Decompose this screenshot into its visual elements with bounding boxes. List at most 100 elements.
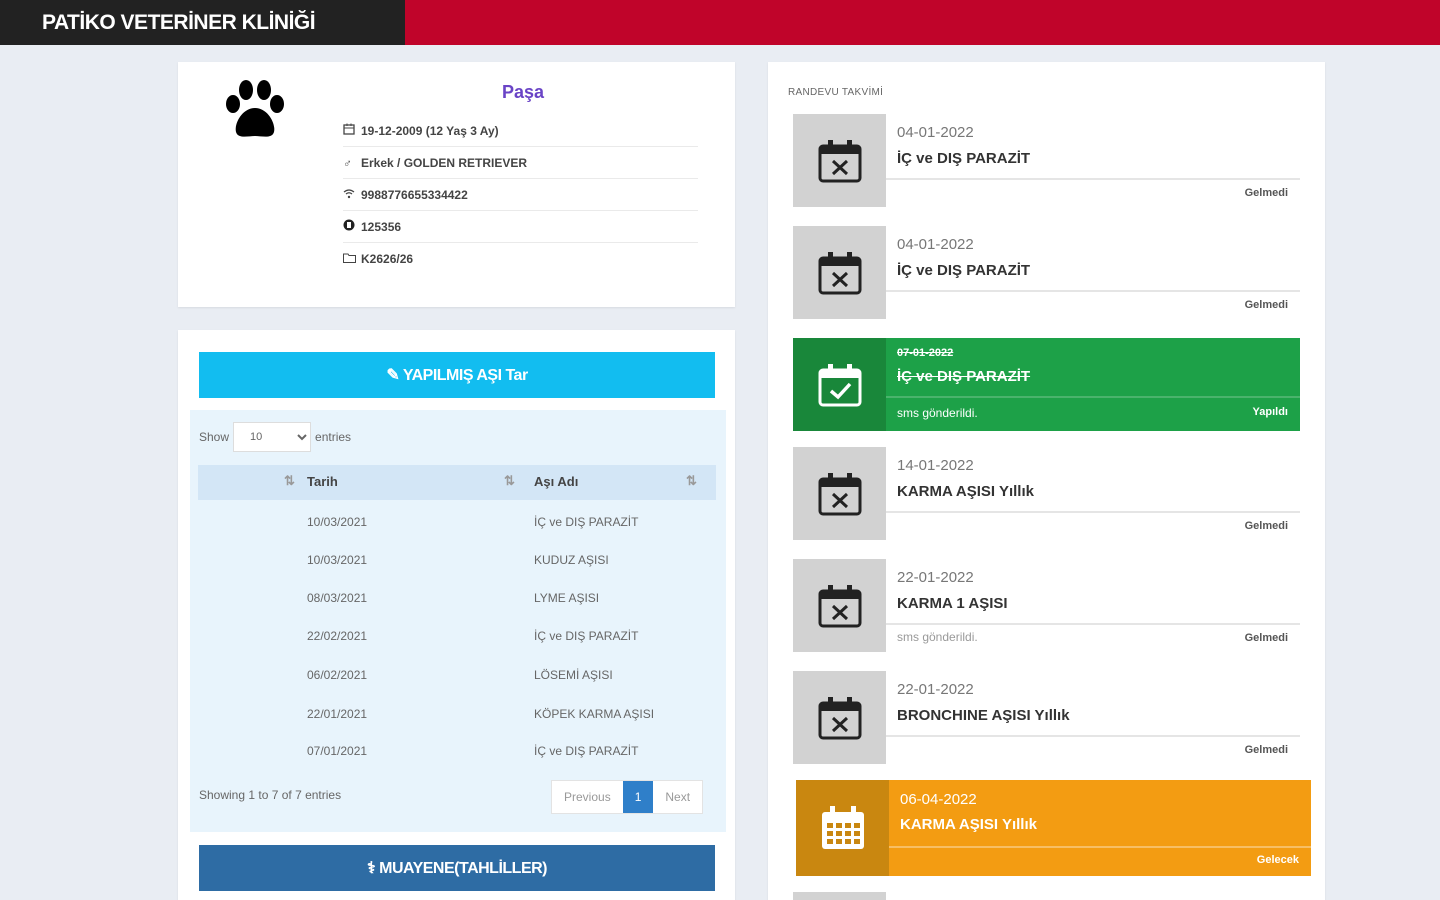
top-bar: PATİKO VETERİNER KLİNİĞİ bbox=[0, 0, 1440, 45]
pagination-page-1[interactable]: 1 bbox=[622, 781, 654, 813]
cell-date: 06/02/2021 bbox=[307, 668, 368, 682]
calendar-icon bbox=[343, 123, 361, 138]
vaccine-table: Show 10 entries ⇅ Tarih ⇅ Aşı Adı ⇅ 10/0… bbox=[190, 410, 726, 832]
divider bbox=[886, 623, 1300, 625]
stethoscope-icon: ⚕ bbox=[367, 860, 376, 877]
page-length-select[interactable]: 10 bbox=[233, 422, 312, 452]
appointment-body: 14-01-2022 KARMA AŞISI Yıllık Gelmedi bbox=[886, 447, 1300, 540]
sort-icon[interactable]: ⇅ bbox=[284, 473, 295, 489]
appointment-body: 22-01-2022 KARMA 1 AŞISI sms gönderildi.… bbox=[886, 559, 1300, 652]
appointment-body: 07-01-2022 İÇ ve DIŞ PARAZİT sms gönderi… bbox=[886, 338, 1300, 431]
cell-vaccine: LÖSEMİ AŞISI bbox=[534, 668, 613, 682]
appointment-body: 06-04-2022 KARMA AŞISI Yıllık Gelecek bbox=[889, 780, 1311, 876]
appointment-date: 04-01-2022 bbox=[897, 236, 974, 253]
appointment-item[interactable]: 22-01-2022 KARMA 1 AŞISI sms gönderildi.… bbox=[793, 559, 1300, 652]
appointment-item[interactable]: 22-01-2022 BRONCHINE AŞISI Yıllık Gelmed… bbox=[793, 671, 1300, 764]
appointment-date: 06-04-2022 bbox=[900, 791, 977, 808]
appointment-title: BRONCHINE AŞISI Yıllık bbox=[897, 707, 1070, 724]
appointment-title: KARMA AŞISI Yıllık bbox=[897, 483, 1034, 500]
table-header: ⇅ Tarih ⇅ Aşı Adı ⇅ bbox=[198, 465, 716, 500]
chip-icon bbox=[343, 188, 361, 202]
pagination-next[interactable]: Next bbox=[653, 781, 702, 813]
appointment-title: İÇ ve DIŞ PARAZİT bbox=[897, 368, 1031, 385]
examination-label: MUAYENE(TAHLİLLER) bbox=[379, 860, 547, 877]
pet-file: K2626/26 bbox=[361, 252, 414, 266]
divider bbox=[886, 178, 1300, 180]
table-row: 07/01/2021 İÇ ve DIŞ PARAZİT bbox=[198, 732, 716, 770]
cell-date: 07/01/2021 bbox=[307, 744, 368, 758]
cell-date: 22/02/2021 bbox=[307, 629, 368, 643]
appointments-title: RANDEVU TAKVİMİ bbox=[788, 87, 884, 98]
paw-icon bbox=[226, 80, 284, 137]
appointment-body: 22-01-2022 BRONCHINE AŞISI Yıllık Gelmed… bbox=[886, 671, 1300, 764]
appointment-title: KARMA 1 AŞISI bbox=[897, 595, 1008, 612]
appointment-status: Gelmedi bbox=[1244, 520, 1288, 532]
column-header-date[interactable]: Tarih bbox=[307, 474, 338, 489]
appointment-status: Gelmedi bbox=[1244, 632, 1288, 644]
divider bbox=[886, 511, 1300, 513]
pet-name: Paşa bbox=[501, 82, 545, 102]
appointment-body: 04-01-2022 İÇ ve DIŞ PARAZİT Gelmedi bbox=[886, 226, 1300, 319]
table-row: 22/02/2021 İÇ ve DIŞ PARAZİT bbox=[198, 617, 716, 655]
examination-button[interactable]: ⚕ MUAYENE(TAHLİLLER) bbox=[199, 845, 715, 891]
appointment-item-done[interactable]: 07-01-2022 İÇ ve DIŞ PARAZİT sms gönderi… bbox=[793, 338, 1300, 431]
cell-vaccine: KUDUZ AŞISI bbox=[534, 553, 609, 567]
add-vaccine-button[interactable]: ✎ YAPILMIŞ AŞI Tar bbox=[199, 352, 715, 398]
length-control: Show 10 entries bbox=[199, 422, 351, 452]
pet-file-row: K2626/26 bbox=[343, 243, 698, 275]
appointment-status: Gelmedi bbox=[1244, 744, 1288, 756]
appointment-status: Gelecek bbox=[1256, 854, 1299, 866]
appointment-item-partial bbox=[793, 892, 886, 900]
appointment-date: 04-01-2022 bbox=[897, 124, 974, 141]
appointment-note: sms gönderildi. bbox=[897, 406, 978, 420]
appointment-item[interactable]: 04-01-2022 İÇ ve DIŞ PARAZİT Gelmedi bbox=[793, 226, 1300, 319]
appointment-note: sms gönderildi. bbox=[897, 630, 978, 644]
cell-vaccine: İÇ ve DIŞ PARAZİT bbox=[534, 515, 639, 529]
calendar-missed-icon bbox=[793, 226, 886, 319]
calendar-missed-icon bbox=[793, 114, 886, 207]
cell-date: 10/03/2021 bbox=[307, 515, 368, 529]
calendar-missed-icon bbox=[793, 447, 886, 540]
pagination-previous[interactable]: Previous bbox=[552, 781, 623, 813]
add-vaccine-label: YAPILMIŞ AŞI Tar bbox=[402, 367, 528, 384]
entries-label: entries bbox=[315, 430, 352, 444]
appointment-item-upcoming[interactable]: 06-04-2022 KARMA AŞISI Yıllık Gelecek bbox=[796, 780, 1311, 876]
gender-icon: ♂ bbox=[343, 155, 352, 170]
pet-birth-row: 19-12-2009 (12 Yaş 3 Ay) bbox=[343, 115, 698, 147]
divider bbox=[889, 846, 1311, 848]
appointment-date: 07-01-2022 bbox=[897, 347, 954, 359]
appointment-title: İÇ ve DIŞ PARAZİT bbox=[897, 150, 1031, 167]
vaccine-card: ✎ YAPILMIŞ AŞI Tar Show 10 entries ⇅ Tar… bbox=[178, 330, 735, 900]
folder-icon bbox=[343, 252, 361, 266]
pet-chip-row: 9988776655334422 bbox=[343, 179, 698, 211]
divider bbox=[886, 735, 1300, 737]
appointment-date: 14-01-2022 bbox=[897, 457, 974, 474]
sort-icon[interactable]: ⇅ bbox=[686, 473, 697, 489]
table-info: Showing 1 to 7 of 7 entries bbox=[199, 788, 342, 802]
cell-date: 10/03/2021 bbox=[307, 553, 368, 567]
sort-icon[interactable]: ⇅ bbox=[504, 473, 515, 489]
table-row: 08/03/2021 LYME AŞISI bbox=[198, 579, 716, 617]
calendar-missed-icon bbox=[793, 559, 886, 652]
appointment-item[interactable]: 04-01-2022 İÇ ve DIŞ PARAZİT Gelmedi bbox=[793, 114, 1300, 207]
cell-date: 08/03/2021 bbox=[307, 591, 368, 605]
cell-vaccine: KÖPEK KARMA AŞISI bbox=[534, 707, 655, 721]
divider bbox=[886, 290, 1300, 292]
table-row: 10/03/2021 İÇ ve DIŞ PARAZİT bbox=[198, 503, 716, 541]
appointments-card: RANDEVU TAKVİMİ 04-01-2022 İÇ ve DIŞ PAR… bbox=[768, 62, 1325, 900]
column-header-vaccine[interactable]: Aşı Adı bbox=[534, 474, 578, 489]
pet-id: 125356 bbox=[361, 219, 402, 234]
brand-title[interactable]: PATİKO VETERİNER KLİNİĞİ bbox=[0, 0, 405, 45]
cell-vaccine: LYME AŞISI bbox=[534, 591, 600, 605]
syringe-icon: ✎ bbox=[386, 367, 400, 384]
calendar-check-icon bbox=[793, 338, 886, 431]
appointment-title: KARMA AŞISI Yıllık bbox=[900, 816, 1037, 833]
calendar-missed-icon bbox=[793, 671, 886, 764]
appointment-status: Yapıldı bbox=[1252, 406, 1288, 418]
pagination: Previous 1 Next bbox=[551, 780, 704, 814]
table-row: 06/02/2021 LÖSEMİ AŞISI bbox=[198, 656, 716, 694]
appointment-item[interactable]: 14-01-2022 KARMA AŞISI Yıllık Gelmedi bbox=[793, 447, 1300, 540]
appointment-body: 04-01-2022 İÇ ve DIŞ PARAZİT Gelmedi bbox=[886, 114, 1300, 207]
calendar-upcoming-icon bbox=[796, 780, 889, 876]
id-icon bbox=[343, 219, 361, 234]
